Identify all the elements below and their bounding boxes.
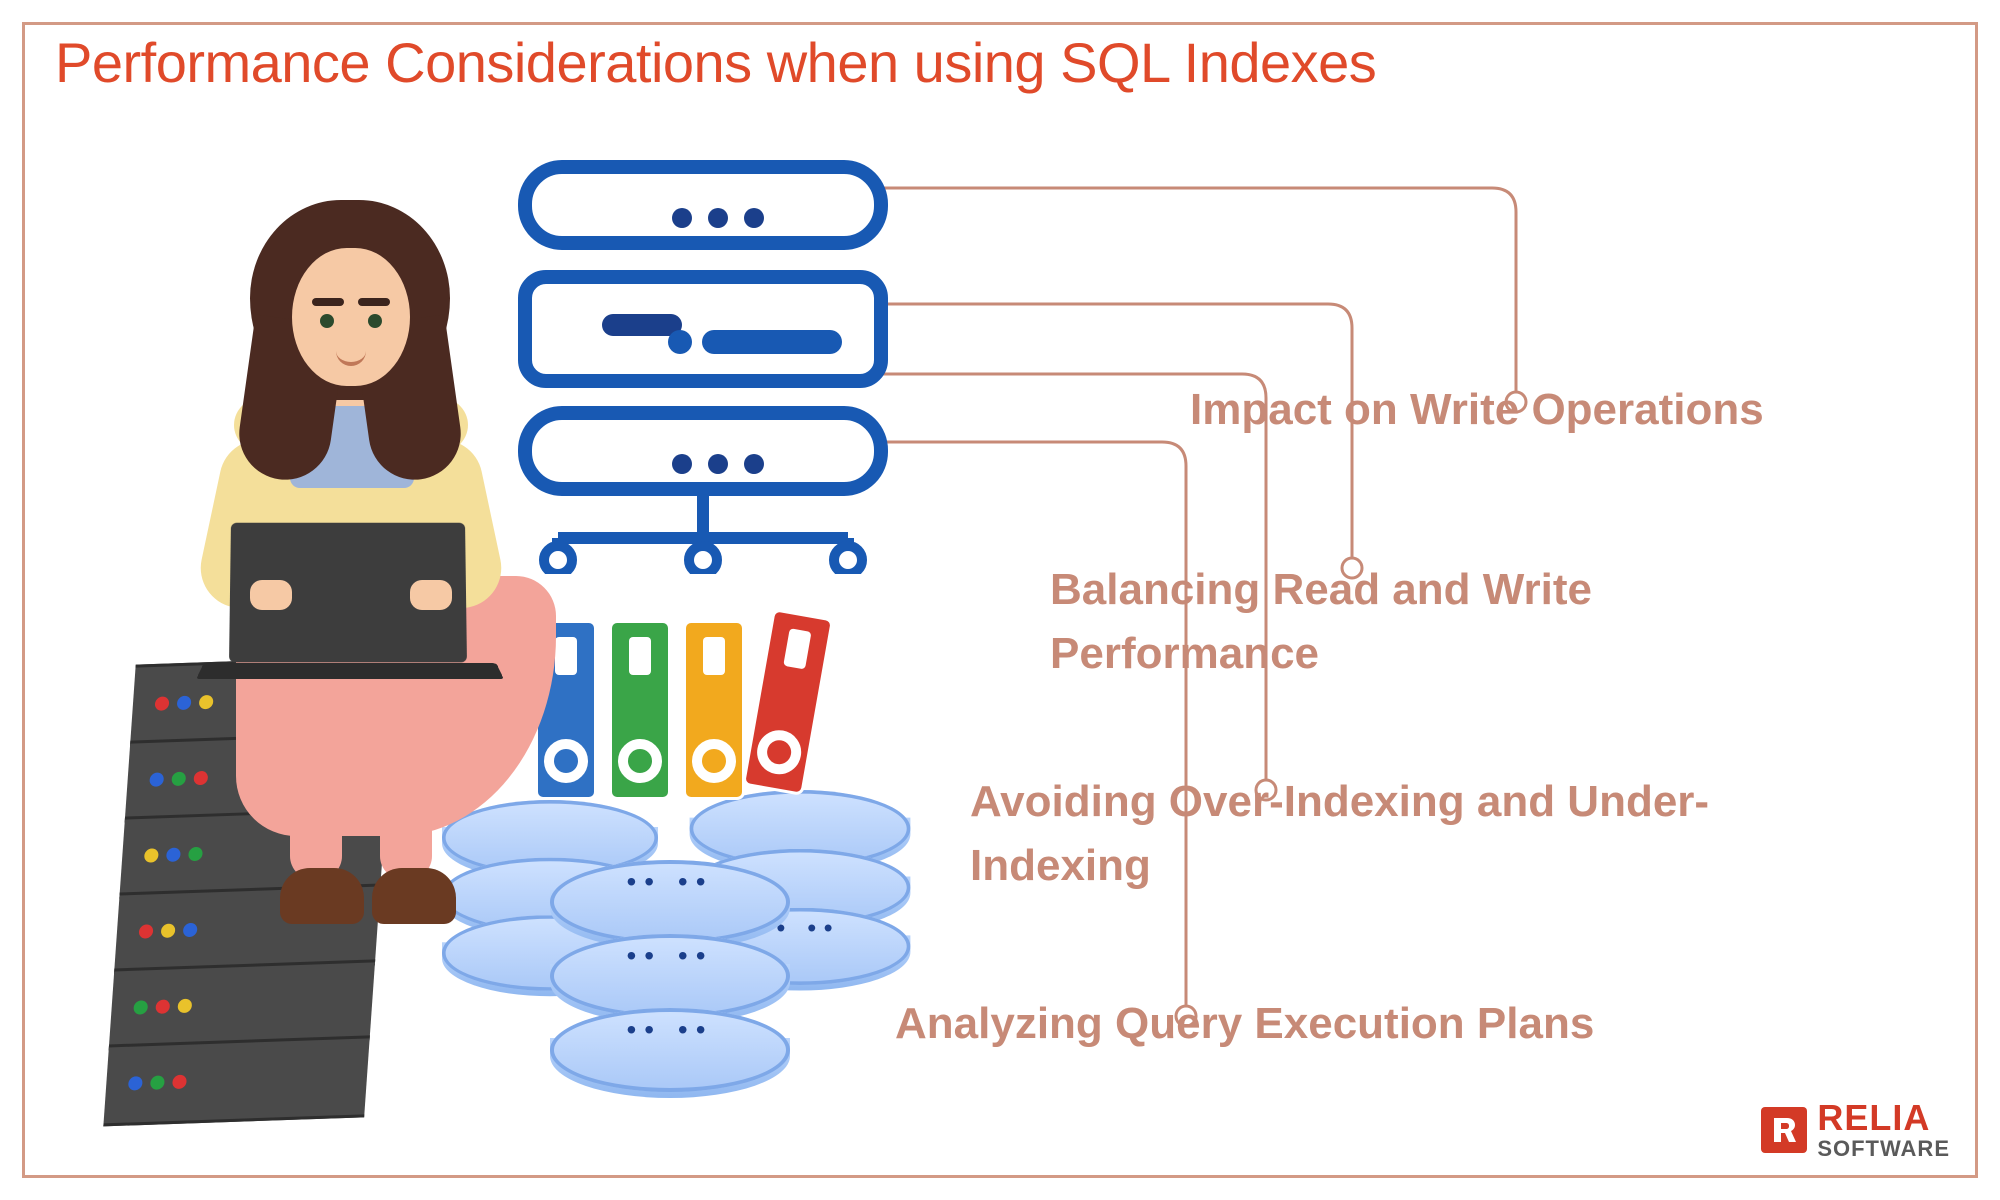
page-title: Performance Considerations when using SQ… xyxy=(55,30,1376,95)
list-item-1: Impact on Write Operations xyxy=(1190,378,1764,442)
logo-mark-icon xyxy=(1761,1107,1807,1153)
logo-text-line2: SOFTWARE xyxy=(1817,1138,1950,1160)
list-item-2: Balancing Read and Write Performance xyxy=(1050,558,1870,686)
laptop-icon xyxy=(200,522,500,692)
brand-logo: RELIA SOFTWARE xyxy=(1761,1100,1950,1160)
list-item-3: Avoiding Over-Indexing and Under-Indexin… xyxy=(970,770,1870,898)
person-with-laptop-icon xyxy=(140,200,600,920)
list-item-4: Analyzing Query Execution Plans xyxy=(895,992,1594,1056)
illustration: •• •• •• •• •• •• •• •• xyxy=(80,160,980,1150)
logo-text-line1: RELIA xyxy=(1817,1100,1950,1136)
